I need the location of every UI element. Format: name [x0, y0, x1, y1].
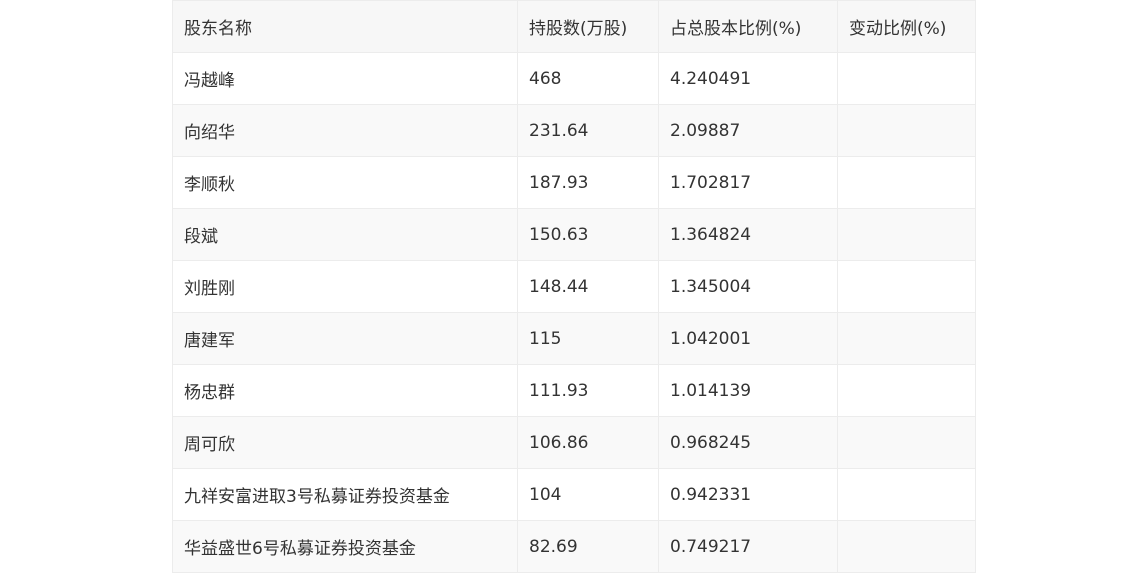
cell-change-ratio: [837, 156, 976, 209]
header-change-ratio: 变动比例(%): [837, 0, 976, 53]
table-row: 刘胜刚 148.44 1.345004: [172, 260, 976, 313]
cell-shareholder-name: 杨忠群: [172, 364, 518, 417]
header-row: 股东名称 持股数(万股) 占总股本比例(%) 变动比例(%): [172, 0, 976, 53]
cell-change-ratio: [837, 52, 976, 105]
table-row: 华益盛世6号私募证券投资基金 82.69 0.749217: [172, 520, 976, 573]
cell-shares-held: 82.69: [517, 520, 659, 573]
cell-shareholder-name: 华益盛世6号私募证券投资基金: [172, 520, 518, 573]
cell-share-ratio: 0.968245: [658, 416, 838, 469]
cell-shareholder-name: 向绍华: [172, 104, 518, 157]
cell-shares-held: 231.64: [517, 104, 659, 157]
cell-share-ratio: 0.942331: [658, 468, 838, 521]
cell-share-ratio: 2.09887: [658, 104, 838, 157]
cell-share-ratio: 0.749217: [658, 520, 838, 573]
cell-share-ratio: 1.702817: [658, 156, 838, 209]
table-row: 杨忠群 111.93 1.014139: [172, 364, 976, 417]
cell-change-ratio: [837, 312, 976, 365]
cell-shares-held: 115: [517, 312, 659, 365]
shareholder-table: 股东名称 持股数(万股) 占总股本比例(%) 变动比例(%) 冯越峰 468 4…: [172, 0, 976, 573]
cell-shareholder-name: 周可欣: [172, 416, 518, 469]
cell-change-ratio: [837, 364, 976, 417]
cell-shares-held: 104: [517, 468, 659, 521]
table-header: 股东名称 持股数(万股) 占总股本比例(%) 变动比例(%): [172, 0, 976, 53]
header-share-ratio: 占总股本比例(%): [658, 0, 838, 53]
cell-change-ratio: [837, 416, 976, 469]
cell-share-ratio: 1.364824: [658, 208, 838, 261]
table-row: 段斌 150.63 1.364824: [172, 208, 976, 261]
cell-share-ratio: 4.240491: [658, 52, 838, 105]
cell-change-ratio: [837, 104, 976, 157]
cell-shares-held: 148.44: [517, 260, 659, 313]
cell-shares-held: 111.93: [517, 364, 659, 417]
cell-shares-held: 187.93: [517, 156, 659, 209]
cell-shareholder-name: 刘胜刚: [172, 260, 518, 313]
cell-shareholder-name: 冯越峰: [172, 52, 518, 105]
cell-share-ratio: 1.014139: [658, 364, 838, 417]
table-body: 冯越峰 468 4.240491 向绍华 231.64 2.09887 李顺秋 …: [172, 52, 976, 573]
cell-shareholder-name: 唐建军: [172, 312, 518, 365]
cell-share-ratio: 1.345004: [658, 260, 838, 313]
cell-shareholder-name: 九祥安富进取3号私募证券投资基金: [172, 468, 518, 521]
shareholder-table-container: 股东名称 持股数(万股) 占总股本比例(%) 变动比例(%) 冯越峰 468 4…: [172, 0, 976, 573]
table-row: 周可欣 106.86 0.968245: [172, 416, 976, 469]
cell-shares-held: 106.86: [517, 416, 659, 469]
cell-share-ratio: 1.042001: [658, 312, 838, 365]
cell-shareholder-name: 段斌: [172, 208, 518, 261]
table-row: 唐建军 115 1.042001: [172, 312, 976, 365]
table-row: 李顺秋 187.93 1.702817: [172, 156, 976, 209]
cell-change-ratio: [837, 468, 976, 521]
cell-change-ratio: [837, 208, 976, 261]
cell-shareholder-name: 李顺秋: [172, 156, 518, 209]
table-row: 向绍华 231.64 2.09887: [172, 104, 976, 157]
cell-change-ratio: [837, 520, 976, 573]
table-row: 九祥安富进取3号私募证券投资基金 104 0.942331: [172, 468, 976, 521]
header-shareholder-name: 股东名称: [172, 0, 518, 53]
cell-shares-held: 150.63: [517, 208, 659, 261]
cell-change-ratio: [837, 260, 976, 313]
table-row: 冯越峰 468 4.240491: [172, 52, 976, 105]
cell-shares-held: 468: [517, 52, 659, 105]
header-shares-held: 持股数(万股): [517, 0, 659, 53]
